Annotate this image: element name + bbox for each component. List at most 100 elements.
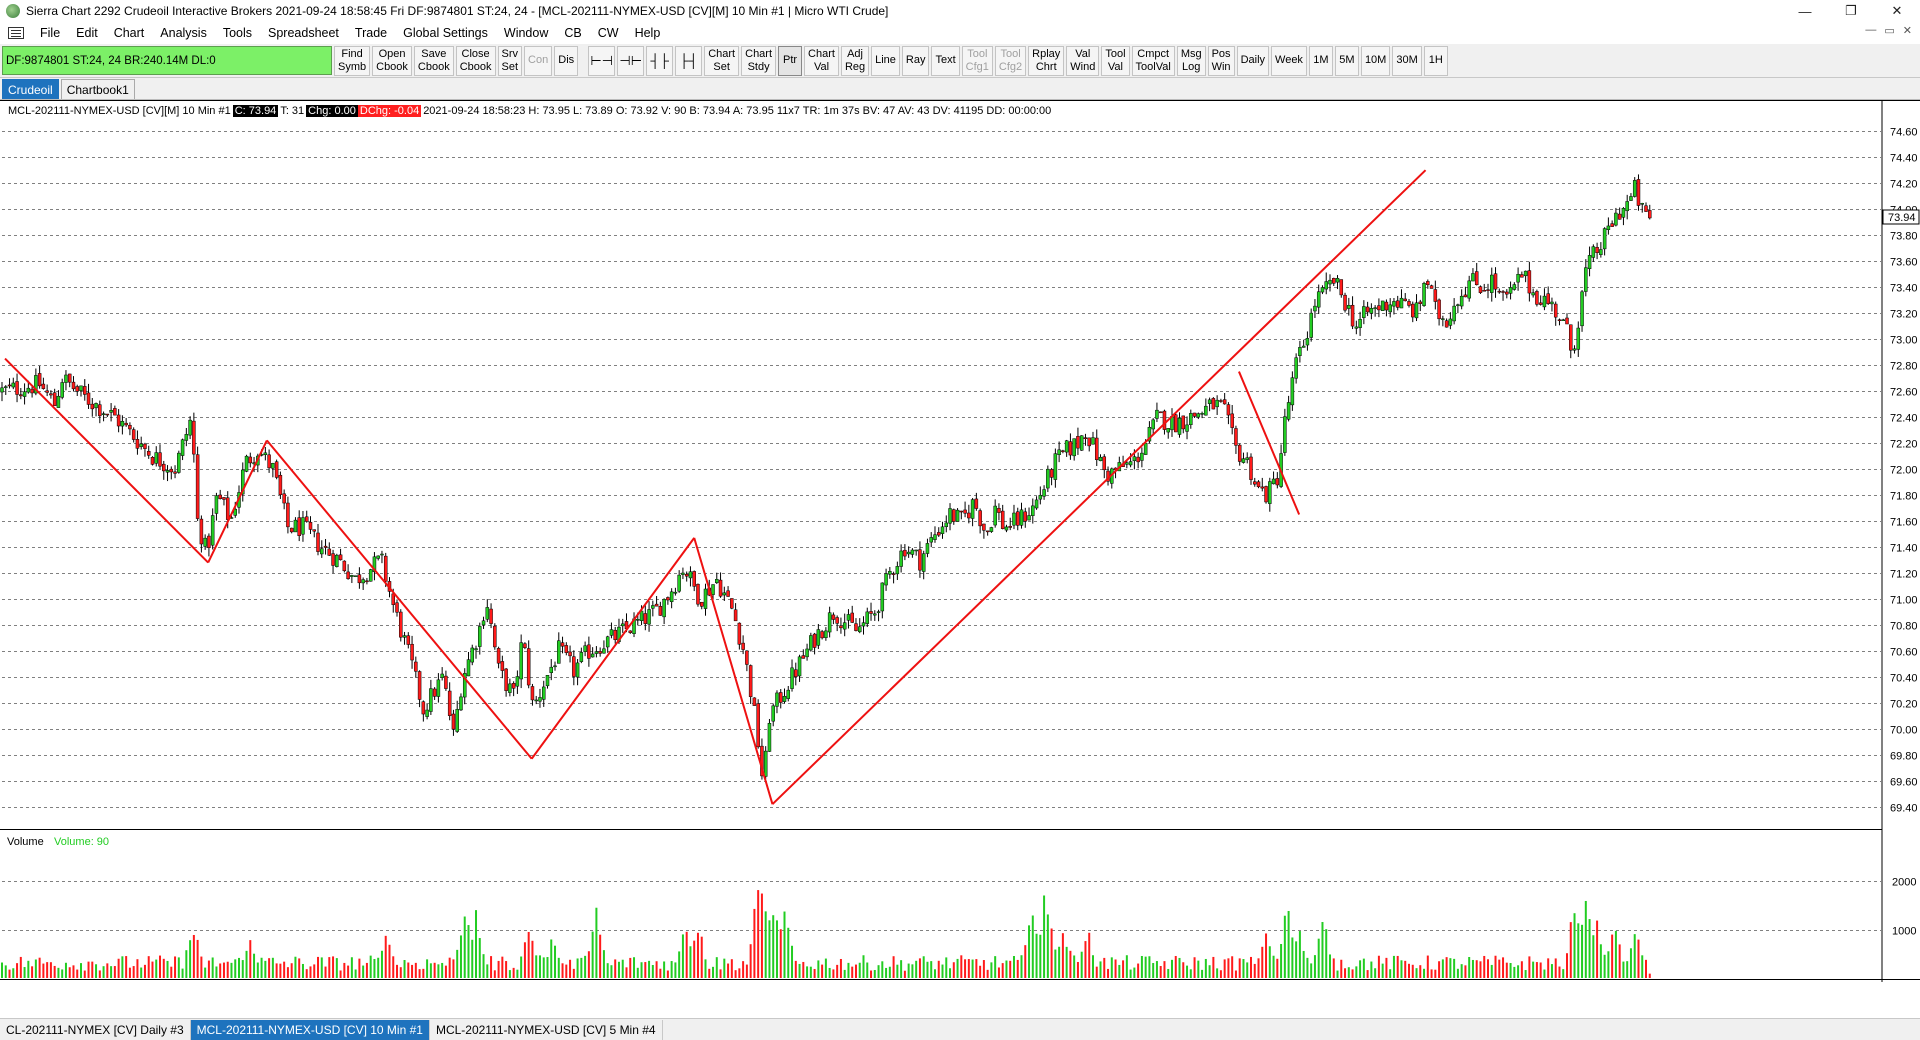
- candle-body: [11, 382, 16, 388]
- volume-bar: [772, 915, 775, 978]
- menu-file[interactable]: File: [32, 26, 68, 40]
- volume-bar: [734, 970, 737, 978]
- volume-bar: [16, 963, 19, 978]
- toolbar-button-1m[interactable]: 1M: [1308, 45, 1333, 76]
- candle-body: [794, 669, 798, 677]
- menu-tools[interactable]: Tools: [215, 26, 260, 40]
- volume-bar: [1426, 955, 1429, 978]
- toolbar-button-10m[interactable]: 10M: [1360, 45, 1391, 76]
- volume-bar: [964, 959, 967, 978]
- volume-bar: [332, 956, 335, 978]
- menu-help[interactable]: Help: [627, 26, 669, 40]
- candle-body: [1019, 509, 1024, 526]
- chart-region[interactable]: 74.6074.4074.2074.0073.8073.6073.4073.20…: [0, 100, 1920, 982]
- toolbar-button-ptr[interactable]: Ptr: [778, 45, 803, 76]
- menu-edit[interactable]: Edit: [68, 26, 106, 40]
- volume-bar: [1460, 964, 1463, 978]
- candle-body: [797, 656, 802, 677]
- tab-mcl-10min[interactable]: MCL-202111-NYMEX-USD [CV] 10 Min #1: [190, 1019, 430, 1040]
- tab-cl-daily[interactable]: CL-202111-NYMEX [CV] Daily #3: [0, 1019, 191, 1040]
- toolbar-button-line[interactable]: Line: [871, 45, 900, 76]
- volume-bar: [497, 960, 500, 978]
- menu-spreadsheet[interactable]: Spreadsheet: [260, 26, 347, 40]
- toolbar-button-chart-val[interactable]: Chart Val: [804, 45, 839, 76]
- scale-expand-icon[interactable]: ⊣⊢: [617, 45, 645, 76]
- candle-body: [985, 530, 990, 533]
- volume-bar: [982, 960, 985, 978]
- menu-cw[interactable]: CW: [590, 26, 627, 40]
- toolbar-button-tool-cfg2[interactable]: Tool Cfg2: [994, 45, 1027, 76]
- toolbar-button-dis[interactable]: Dis: [554, 45, 579, 76]
- candle-body: [1576, 327, 1581, 350]
- candle-body: [1076, 436, 1080, 449]
- volume-bar: [1020, 955, 1023, 978]
- toolbar-button-chart-stdy[interactable]: Chart Stdy: [741, 45, 777, 76]
- volume-bar: [392, 956, 395, 978]
- candle-body: [1542, 295, 1547, 308]
- candle-body: [1399, 297, 1404, 309]
- tab-mcl-5min[interactable]: MCL-202111-NYMEX-USD [CV] 5 Min #4: [430, 1019, 663, 1040]
- menu-trade[interactable]: Trade: [347, 26, 395, 40]
- toolbar-button-rplay-chrt[interactable]: Rplay Chrt: [1028, 45, 1065, 76]
- minimize-icon[interactable]: —: [1782, 0, 1828, 22]
- toolbar-button-cmpct-toolval[interactable]: Cmpct ToolVal: [1131, 45, 1175, 76]
- toolbar-button-open-cbook[interactable]: Open Cbook: [372, 45, 412, 76]
- toolbar-button-pos-win[interactable]: Pos Win: [1207, 45, 1235, 76]
- candle-body: [839, 625, 843, 629]
- chartbook-tab-chartbook1[interactable]: Chartbook1: [60, 79, 135, 99]
- menu-global-settings[interactable]: Global Settings: [395, 26, 496, 40]
- volume-bar: [1298, 931, 1301, 978]
- bar-spacing-decrease-icon[interactable]: ┤├: [646, 45, 674, 76]
- volume-bar: [760, 893, 763, 978]
- toolbar-button-daily[interactable]: Daily: [1236, 45, 1270, 76]
- bar-spacing-increase-icon[interactable]: ├┤: [675, 45, 703, 76]
- price-tick-label: 71.20: [1890, 569, 1918, 581]
- volume-bar: [915, 960, 918, 978]
- close-icon[interactable]: ✕: [1874, 0, 1920, 22]
- system-menu-icon[interactable]: [8, 27, 24, 39]
- volume-bar: [881, 961, 884, 978]
- volume-bar: [456, 949, 459, 978]
- toolbar-button-chart-set[interactable]: Chart Set: [704, 45, 740, 76]
- toolbar-button-close-cbook[interactable]: Close Cbook: [455, 45, 496, 76]
- toolbar-button-find-symb[interactable]: Find Symb: [334, 45, 371, 76]
- chart-restore-icon[interactable]: ▭: [1884, 24, 1894, 37]
- toolbar-button-week[interactable]: Week: [1271, 45, 1307, 76]
- volume-bar: [1242, 959, 1245, 978]
- menu-cb[interactable]: CB: [556, 26, 589, 40]
- toolbar-button-adj-reg[interactable]: Adj Reg: [840, 45, 870, 76]
- toolbar-button-con[interactable]: Con: [524, 45, 553, 76]
- toolbar-button-ray[interactable]: Ray: [901, 45, 930, 76]
- toolbar-button-msg-log[interactable]: Msg Log: [1176, 45, 1206, 76]
- candle-body: [165, 470, 170, 473]
- toolbar-button-5m[interactable]: 5M: [1334, 45, 1359, 76]
- candle-body: [1335, 278, 1340, 283]
- volume-bar: [512, 967, 515, 978]
- toolbar-button-save-cbook[interactable]: Save Cbook: [413, 45, 454, 76]
- volume-bar: [933, 969, 936, 978]
- chart-close-icon[interactable]: ✕: [1903, 24, 1912, 37]
- toolbar-button-srv-set[interactable]: Srv Set: [497, 45, 523, 76]
- chart-minimize-icon[interactable]: —: [1865, 24, 1876, 37]
- candle-body: [553, 665, 557, 668]
- toolbar-button-text[interactable]: Text: [931, 45, 960, 76]
- price-chart[interactable]: 74.6074.4074.2074.0073.8073.6073.4073.20…: [0, 100, 1920, 982]
- toolbar-button-tool-cfg1[interactable]: Tool Cfg1: [961, 45, 993, 76]
- menu-analysis[interactable]: Analysis: [152, 26, 215, 40]
- volume-bar: [591, 931, 594, 978]
- menu-window[interactable]: Window: [496, 26, 556, 40]
- menu-chart[interactable]: Chart: [106, 26, 153, 40]
- volume-bar: [1377, 955, 1380, 978]
- toolbar-button-30m[interactable]: 30M: [1392, 45, 1422, 76]
- volume-bar: [617, 961, 620, 978]
- chartbook-tab-crudeoil[interactable]: Crudeoil: [2, 79, 59, 99]
- volume-bar: [1163, 961, 1166, 978]
- toolbar-button-val-wind[interactable]: Val Wind: [1066, 45, 1100, 76]
- restore-icon[interactable]: ❐: [1828, 0, 1874, 22]
- candle-body: [598, 651, 602, 654]
- scale-fit-icon[interactable]: ⊢⊣: [588, 45, 616, 76]
- toolbar-button-tool-val[interactable]: Tool Val: [1101, 45, 1130, 76]
- candle-body: [895, 566, 900, 575]
- volume-bar: [347, 965, 350, 978]
- toolbar-button-1h[interactable]: 1H: [1423, 45, 1448, 76]
